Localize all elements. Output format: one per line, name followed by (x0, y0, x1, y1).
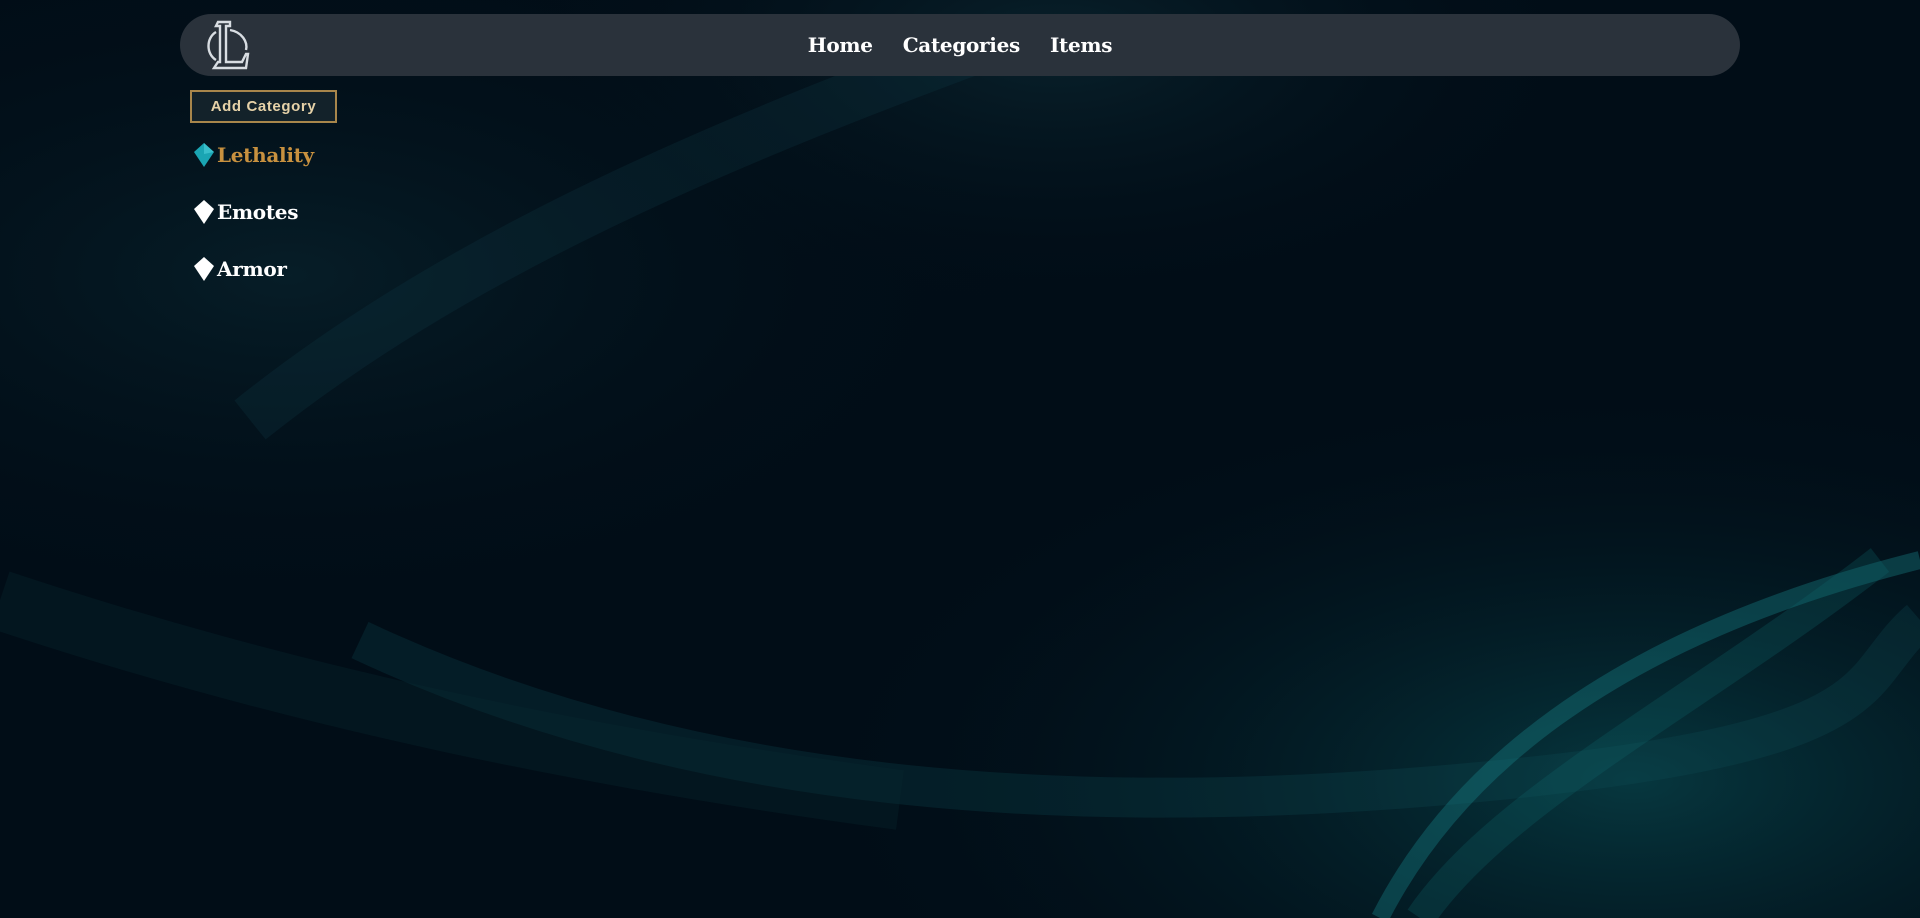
category-item-lethality[interactable]: Lethality (193, 140, 314, 170)
category-item-emotes[interactable]: Emotes (193, 197, 314, 227)
add-category-button[interactable]: Add Category (190, 90, 337, 123)
category-list: Lethality Emotes Armor (193, 140, 314, 311)
category-label: Armor (217, 257, 287, 281)
nav-link-items[interactable]: Items (1050, 33, 1113, 57)
nav-link-home[interactable]: Home (808, 33, 873, 57)
category-label: Emotes (217, 200, 299, 224)
diamond-icon (194, 143, 214, 167)
category-label: Lethality (217, 143, 314, 167)
category-item-armor[interactable]: Armor (193, 254, 314, 284)
diamond-icon (194, 200, 214, 224)
nav-link-categories[interactable]: Categories (903, 33, 1021, 57)
diamond-icon (194, 257, 214, 281)
background-swirl (0, 0, 1920, 918)
top-navbar: Home Categories Items (180, 14, 1740, 76)
nav-links: Home Categories Items (180, 14, 1740, 76)
